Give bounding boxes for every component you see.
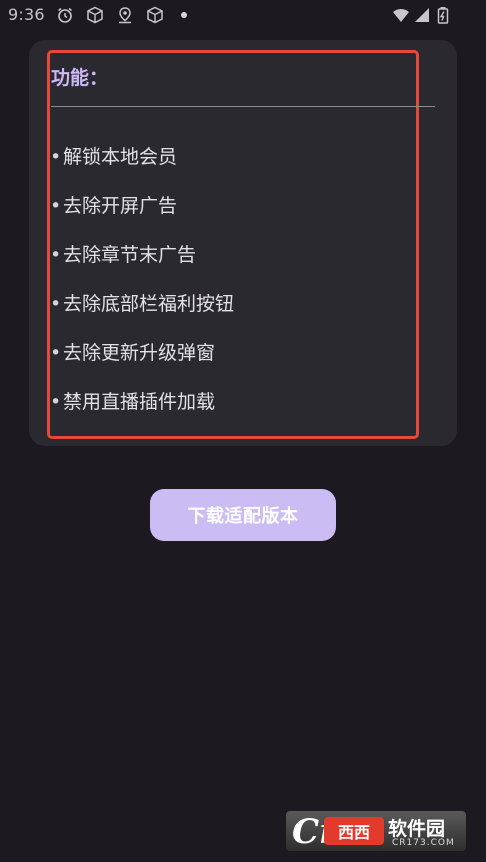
feature-item-label: 去除开屏广告 — [63, 195, 178, 217]
list-item: •解锁本地会员 — [50, 142, 177, 169]
list-item: •去除章节末广告 — [50, 240, 196, 267]
bullet-icon: • — [50, 146, 62, 168]
notification-dot — [181, 12, 187, 18]
wifi-icon — [392, 6, 410, 24]
list-item: •去除开屏广告 — [50, 191, 177, 218]
feature-item-label: 去除章节末广告 — [63, 244, 197, 266]
feature-title: 功能： — [51, 67, 109, 89]
signal-icon — [413, 6, 431, 24]
cube-icon — [146, 6, 164, 24]
bullet-icon: • — [50, 293, 62, 315]
watermark-badge: 西西 — [324, 817, 384, 845]
status-time: 9:36 — [8, 5, 45, 24]
feature-item-label: 解锁本地会员 — [63, 146, 178, 168]
status-bar: 9:36 — [0, 0, 486, 32]
feature-item-label: 去除更新升级弹窗 — [63, 342, 216, 364]
watermark-logo: Cr 西西 软件园 CR173.COM — [286, 811, 466, 851]
divider — [51, 106, 435, 107]
bullet-icon: • — [50, 391, 62, 413]
feature-item-label: 去除底部栏福利按钮 — [63, 293, 235, 315]
list-item: •禁用直播插件加载 — [50, 387, 215, 414]
list-item: •去除底部栏福利按钮 — [50, 289, 234, 316]
download-button[interactable]: 下载适配版本 — [150, 489, 336, 541]
location-icon — [116, 6, 134, 24]
bullet-icon: • — [50, 195, 62, 217]
cube-icon — [86, 6, 104, 24]
bullet-icon: • — [50, 342, 62, 364]
alarm-icon — [56, 6, 74, 24]
watermark-domain: CR173.COM — [392, 838, 455, 848]
bullet-icon: • — [50, 244, 62, 266]
watermark-name: 软件园 — [388, 818, 446, 840]
battery-icon — [434, 6, 452, 24]
feature-item-label: 禁用直播插件加载 — [63, 391, 216, 413]
list-item: •去除更新升级弹窗 — [50, 338, 215, 365]
